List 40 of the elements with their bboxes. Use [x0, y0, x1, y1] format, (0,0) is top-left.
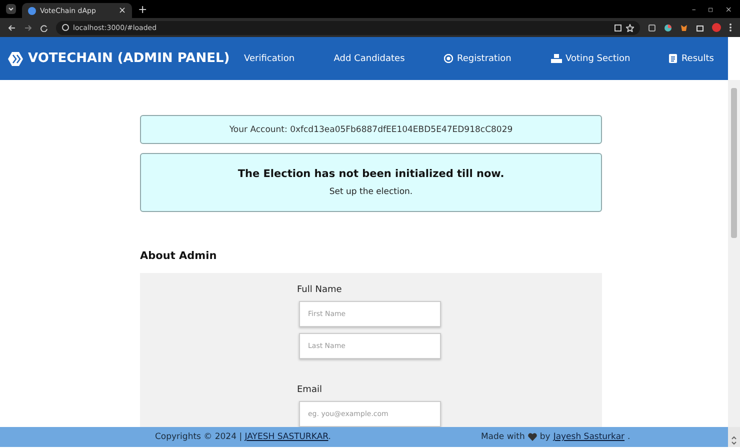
notice-subtitle: Set up the election. [329, 187, 413, 197]
site-info-icon [62, 24, 69, 31]
extension-icon[interactable] [680, 24, 688, 32]
nav-link[interactable]: Registration [444, 54, 512, 64]
heart-icon [528, 433, 537, 441]
back-icon[interactable] [8, 24, 16, 32]
credit-text: Made with by Jayesh Sasturkar . [480, 432, 630, 442]
nav-link[interactable]: Verification [244, 54, 295, 64]
document-icon [669, 54, 678, 63]
close-window-button[interactable]: × [725, 4, 732, 14]
maximize-button[interactable]: ▫ [708, 4, 714, 14]
field-label: Full Name [297, 285, 343, 295]
chevron-icon[interactable] [6, 4, 16, 14]
author-link[interactable]: Jayesh Sasturkar [553, 432, 625, 442]
menu-icon[interactable] [729, 23, 732, 32]
ballot-box-icon [550, 54, 562, 63]
profile-icon[interactable] [712, 23, 721, 32]
copyright-text: Copyrights © 2024 | JAYESH SASTURKAR. [155, 432, 331, 442]
reload-icon[interactable] [40, 24, 48, 32]
minimize-button[interactable]: – [692, 4, 696, 14]
extension-icon[interactable] [648, 24, 656, 32]
star-icon[interactable] [626, 24, 634, 32]
field-label: Email [297, 385, 323, 395]
new-tab-button[interactable]: + [138, 2, 148, 16]
nav-link[interactable]: Voting Section [550, 54, 630, 64]
share-icon[interactable] [614, 24, 622, 32]
account-banner: Your Account: 0xfcd13ea05Fb6887dfEE104EBD5E47ED918cC8029 [140, 115, 602, 144]
nav-link[interactable]: Add Candidates [334, 54, 405, 64]
nav-link[interactable]: Results [669, 54, 714, 64]
circle-icon [444, 54, 454, 63]
extension-icon[interactable] [664, 24, 672, 32]
scroll-arrows-icon[interactable] [728, 427, 740, 447]
section-heading: About Admin [140, 250, 218, 262]
author-link[interactable]: JAYESH SASTURKAR [244, 432, 328, 442]
forward-icon[interactable] [24, 24, 32, 32]
notice-title: The Election has not been initialized till now. [238, 168, 504, 180]
logo-icon [8, 52, 23, 66]
brand-title: VOTECHAIN (ADMIN PANEL) [28, 51, 230, 66]
globe-icon [28, 6, 36, 14]
close-tab-button[interactable]: × [118, 6, 126, 16]
